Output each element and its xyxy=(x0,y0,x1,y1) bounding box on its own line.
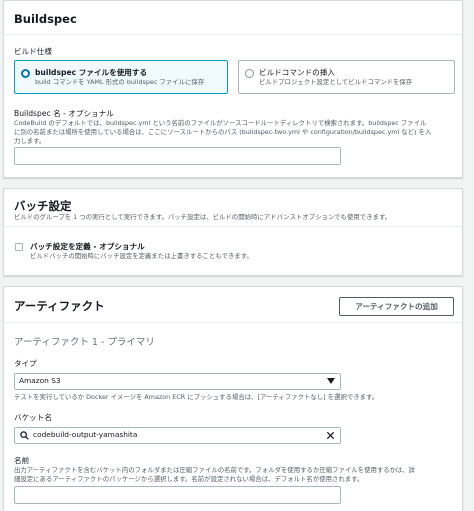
buildspec-panel: Buildspec ビルド仕様 buildspec ファイルを使用する buil… xyxy=(3,0,463,178)
search-icon xyxy=(20,431,29,440)
buildspec-title: Buildspec xyxy=(14,12,77,26)
artifact-name-desc-2: 細設定にあるアーティファクトのパッケージから選択します。名前が設定されない場合は… xyxy=(14,475,364,483)
batch-desc: ビルドのグループを 1 つの実行として実行できます。バッチ設定は、ビルドの開始時… xyxy=(14,213,392,221)
artifact-subtitle: アーティファクト 1 - プライマリ xyxy=(14,337,155,348)
type-desc: テストを実行しているか Docker イメージを Amazon ECR にプッシ… xyxy=(14,393,379,401)
radio-selected-icon[interactable] xyxy=(21,69,30,78)
artifacts-panel: アーティファクト アーティファクトの追加 アーティファクト 1 - プライマリ … xyxy=(3,286,463,511)
option-insert-build-commands[interactable]: ビルドコマンドの挿入 ビルドプロジェクト設定としてビルドコマンドを保存 xyxy=(238,60,455,94)
buildspec-name-desc-3: 力します。 xyxy=(14,137,46,145)
option-desc: ビルドプロジェクト設定としてビルドコマンドを保存 xyxy=(259,78,413,86)
type-value: Amazon S3 xyxy=(19,376,61,385)
artifact-name-input[interactable] xyxy=(14,486,341,504)
buildspec-name-input[interactable] xyxy=(14,147,341,165)
build-spec-label: ビルド仕様 xyxy=(14,47,52,56)
buildspec-header: Buildspec xyxy=(4,1,462,35)
batch-panel: バッチ設定 ビルドのグループを 1 つの実行として実行できます。バッチ設定は、ビ… xyxy=(3,188,463,276)
clear-icon[interactable] xyxy=(326,431,335,440)
type-select[interactable]: Amazon S3 xyxy=(14,373,341,390)
radio-unselected-icon[interactable] xyxy=(245,69,254,78)
caret-down-icon xyxy=(327,378,335,384)
artifacts-header: アーティファクト アーティファクトの追加 xyxy=(4,287,462,323)
bucket-search-input[interactable]: codebuild-output-yamashita xyxy=(14,427,341,444)
option-use-buildspec-file[interactable]: buildspec ファイルを使用する build コマンドを YAML 形式の… xyxy=(14,60,228,94)
batch-checkbox[interactable] xyxy=(15,243,23,251)
artifacts-title: アーティファクト xyxy=(14,299,105,313)
batch-checkbox-desc: ビルドバッチの開始時にバッチ設定を定義または上書きすることもできます。 xyxy=(30,252,253,260)
option-desc: build コマンドを YAML 形式の buildspec ファイルに保存 xyxy=(35,78,205,86)
add-artifact-button[interactable]: アーティファクトの追加 xyxy=(339,297,454,316)
bucket-label: バケット名 xyxy=(14,413,52,422)
bucket-value: codebuild-output-yamashita xyxy=(33,430,138,439)
type-label: タイプ xyxy=(14,359,37,368)
batch-header: バッチ設定 ビルドのグループを 1 つの実行として実行できます。バッチ設定は、ビ… xyxy=(4,189,462,227)
buildspec-name-desc-2: に別の名前または場所を使用している場合は、ここにソースルートからのパス (bui… xyxy=(14,128,432,136)
